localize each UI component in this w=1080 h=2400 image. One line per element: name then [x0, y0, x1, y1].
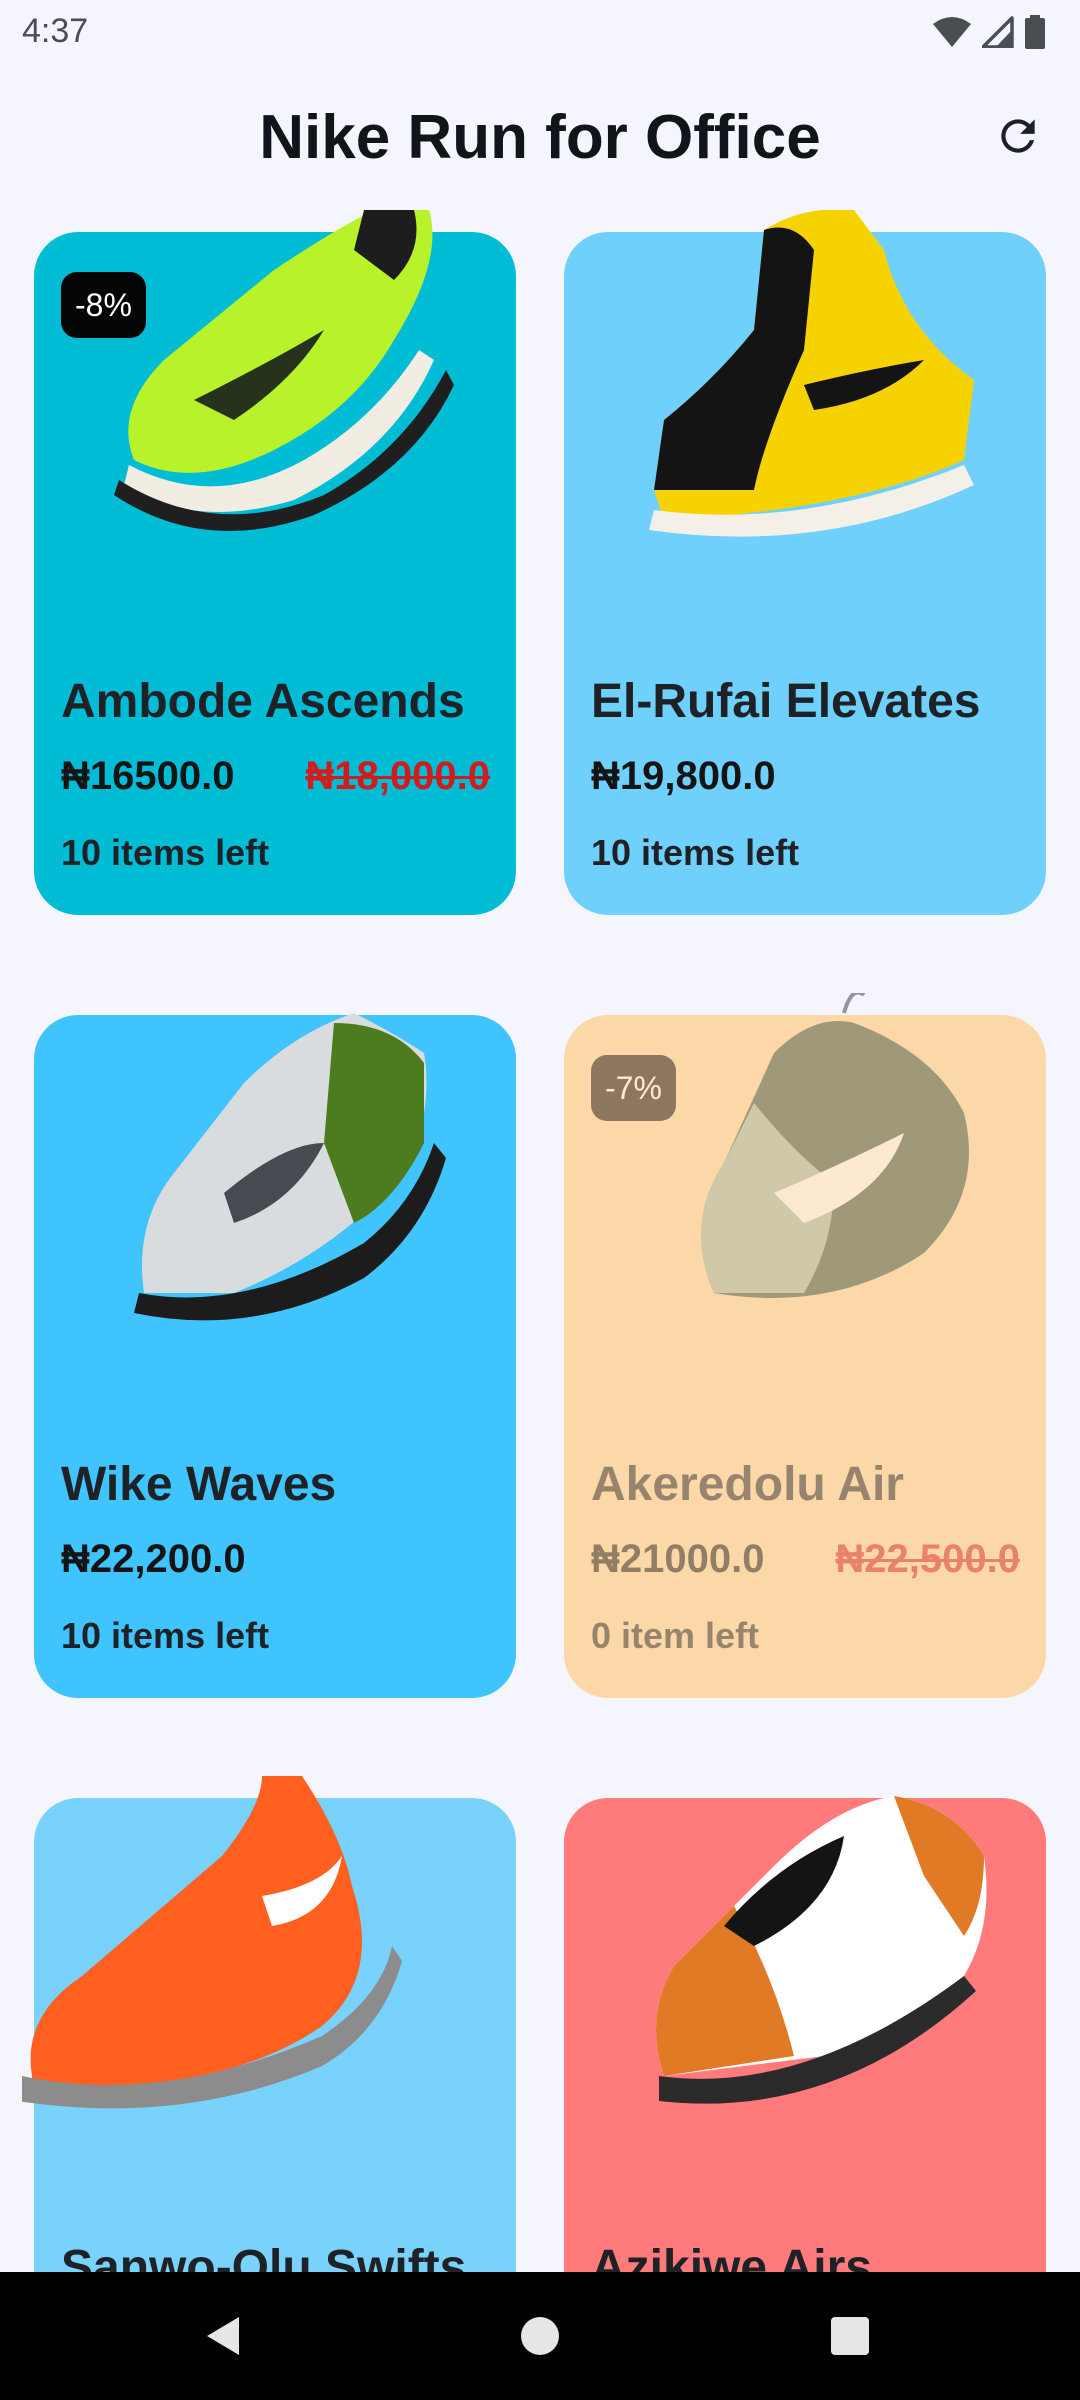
refresh-button[interactable] [986, 104, 1050, 168]
mint-basketball-shoe-image [701, 993, 969, 1298]
navigation-bar [0, 2272, 1080, 2400]
product-name: Azikiwe Airs [591, 2241, 872, 2272]
original-price: ₦22,500.0 [835, 1537, 1020, 1581]
status-icons [932, 14, 1046, 50]
product-card[interactable]: -7% Akeredolu Air ₦21000.0 ₦22,500.0 0 i… [564, 993, 1046, 1698]
wifi-icon [933, 17, 971, 47]
product-card[interactable]: Azikiwe Airs [564, 1796, 1046, 2272]
stock-count: 10 items left [591, 832, 800, 873]
app-bar: Nike Run for Office [0, 64, 1080, 214]
stock-count: 10 items left [61, 832, 270, 873]
home-button[interactable] [506, 2302, 574, 2370]
grey-green-air-max-image [134, 1013, 446, 1321]
product-name: El-Rufai Elevates [591, 675, 981, 728]
battery-icon [1025, 15, 1045, 49]
original-price: ₦18,000.0 [305, 754, 490, 798]
stock-count: 10 items left [61, 1615, 270, 1656]
product-grid: -8% Ambode Ascends ₦16500.0 ₦18,000.0 10… [0, 200, 1080, 2272]
stock-count: 0 item left [591, 1615, 760, 1656]
product-card[interactable]: Wike Waves ₦22,200.0 10 items left [34, 1013, 516, 1698]
product-price: ₦22,200.0 [61, 1537, 246, 1581]
back-icon [207, 2317, 239, 2355]
product-name: Wike Waves [61, 1458, 337, 1511]
product-name: Akeredolu Air [591, 1458, 904, 1511]
product-name: Sanwo-Olu Swifts [61, 2241, 467, 2272]
green-running-shoe-image [114, 210, 454, 531]
product-card[interactable]: El-Rufai Elevates ₦19,800.0 10 items lef… [564, 210, 1046, 915]
yellow-black-high-top-image [649, 210, 974, 537]
product-price: ₦21000.0 [591, 1537, 765, 1581]
home-icon [521, 2317, 559, 2355]
product-card[interactable]: -8% Ambode Ascends ₦16500.0 ₦18,000.0 10… [34, 210, 516, 915]
discount-badge: -7% [591, 1055, 676, 1121]
product-card[interactable]: Sanwo-Olu Swifts [22, 1776, 516, 2272]
product-price: ₦16500.0 [61, 754, 235, 798]
orange-high-top-image [22, 1776, 402, 2109]
product-name: Ambode Ascends [61, 675, 465, 728]
recents-icon [831, 2317, 869, 2355]
back-button[interactable] [190, 2302, 258, 2370]
discount-badge: -8% [61, 272, 146, 338]
status-time: 4:37 [22, 12, 89, 50]
product-price: ₦19,800.0 [591, 754, 776, 798]
recents-button[interactable] [816, 2302, 884, 2370]
orange-black-white-low-image [656, 1796, 987, 2104]
refresh-icon [1001, 119, 1035, 153]
status-bar: 4:37 [0, 0, 1080, 64]
signal-icon [982, 16, 1014, 48]
page-title: Nike Run for Office [259, 103, 821, 172]
